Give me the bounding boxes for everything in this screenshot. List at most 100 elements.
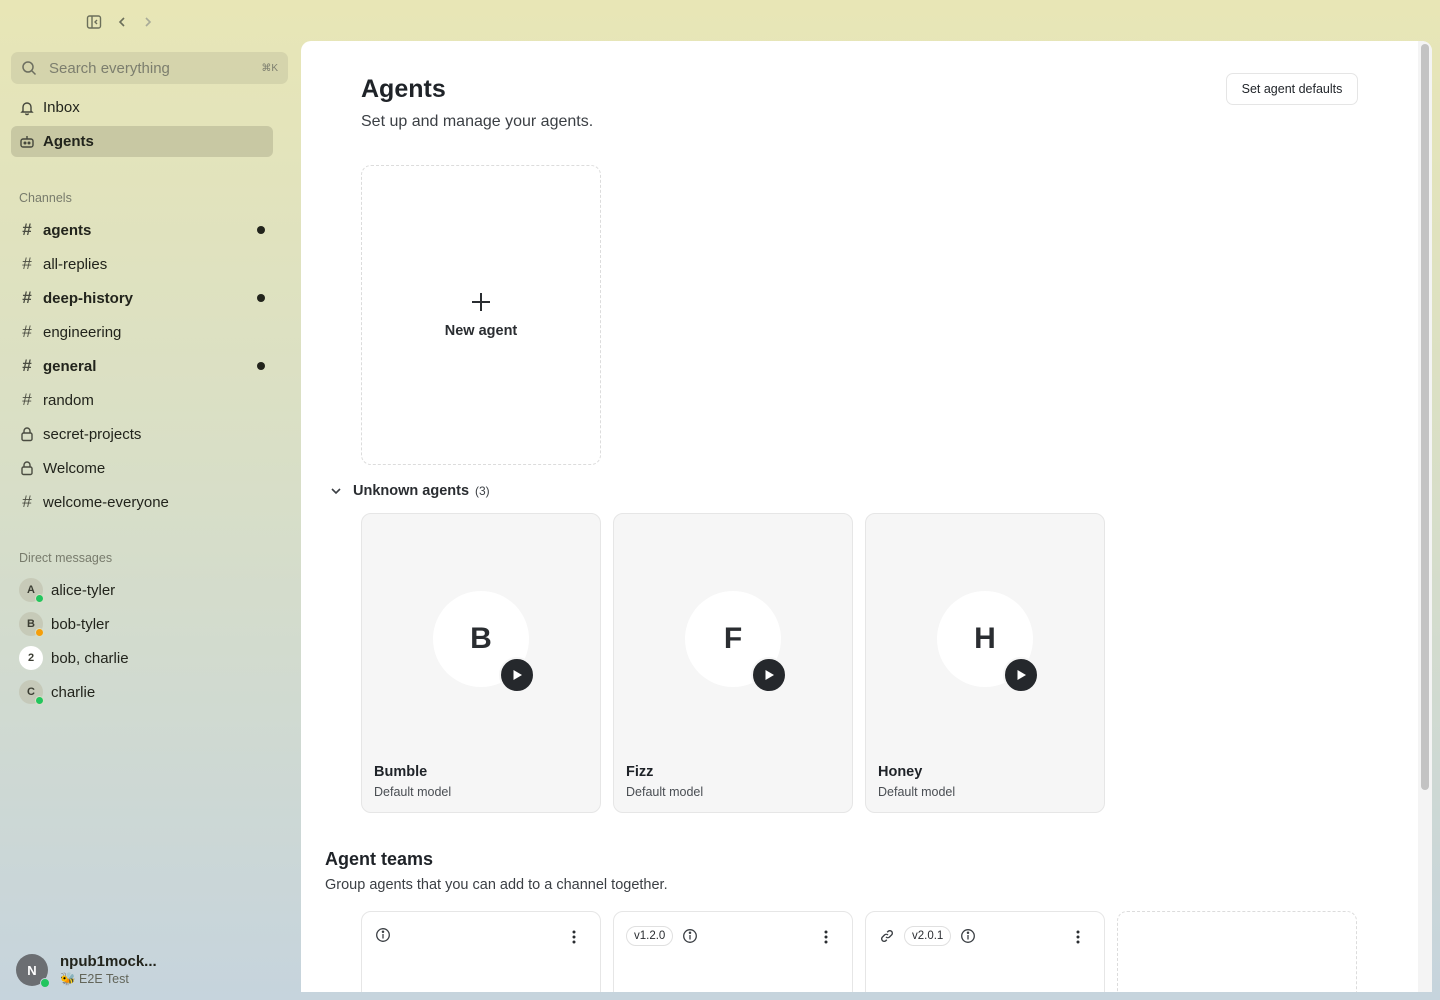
dm-item-alice-tyler[interactable]: A alice-tyler [11, 575, 273, 605]
version-badge: v2.0.1 [904, 926, 952, 946]
top-bar [0, 0, 1440, 44]
channel-name: secret-projects [43, 425, 142, 443]
scrollbar[interactable] [1418, 41, 1432, 992]
agent-card-bumble[interactable]: B Bumble Default model [361, 513, 601, 813]
online-indicator [40, 978, 50, 988]
agent-teams-subtitle: Group agents that you can add to a chann… [325, 877, 668, 893]
channel-item-welcome[interactable]: Welcome [11, 453, 273, 483]
main-panel: Agents Set up and manage your agents. Se… [301, 41, 1432, 992]
channel-name: random [43, 391, 94, 409]
dm-item-bob-tyler[interactable]: B bob-tyler [11, 609, 273, 639]
hash-icon: # [22, 220, 32, 239]
hash-icon: # [22, 254, 32, 273]
lock-icon [19, 460, 35, 476]
channel-name: general [43, 357, 97, 375]
more-options-icon[interactable] [1070, 929, 1086, 945]
channel-item-general[interactable]: # general [11, 351, 273, 381]
channel-item-welcome-everyone[interactable]: # welcome-everyone [11, 487, 273, 517]
current-user[interactable]: N npub1mock... 🐝 E2E Test [16, 950, 286, 990]
scrollbar-thumb[interactable] [1421, 44, 1429, 790]
avatar: C [19, 680, 44, 705]
user-avatar: N [16, 954, 50, 988]
search-icon [21, 60, 37, 76]
search-input[interactable]: Search everything ⌘K [11, 52, 288, 84]
online-indicator [35, 594, 44, 603]
new-agent-label: New agent [444, 323, 518, 339]
bot-icon [19, 134, 35, 150]
agent-card-honey[interactable]: H Honey Default model [865, 513, 1105, 813]
search-shortcut: ⌘K [261, 62, 278, 74]
channel-item-all-replies[interactable]: # all-replies [11, 249, 273, 279]
play-icon[interactable] [1003, 657, 1039, 693]
agent-name: Bumble [374, 764, 428, 780]
agent-name: Honey [878, 764, 923, 780]
more-options-icon[interactable] [566, 929, 582, 945]
channels-heading: Channels [19, 191, 72, 205]
dm-name: bob, charlie [51, 649, 129, 667]
page-title: Agents [361, 75, 446, 103]
nav-item-label: Agents [43, 133, 94, 150]
team-card[interactable] [361, 911, 601, 992]
play-icon[interactable] [499, 657, 535, 693]
agent-model: Default model [374, 785, 452, 799]
online-indicator [35, 696, 44, 705]
version-badge: v1.2.0 [626, 926, 674, 946]
group-count-avatar: 2 [19, 646, 43, 670]
more-options-icon[interactable] [818, 929, 834, 945]
info-icon[interactable] [681, 927, 699, 945]
dm-item-charlie[interactable]: C charlie [11, 677, 273, 707]
team-card[interactable]: v2.0.1 [865, 911, 1105, 992]
info-icon[interactable] [374, 926, 392, 944]
channel-item-agents[interactable]: # agents [11, 215, 273, 245]
dm-name: alice-tyler [51, 581, 116, 599]
forward-arrow-icon[interactable] [139, 13, 157, 31]
lock-icon [19, 426, 35, 442]
nav-item-label: Inbox [43, 99, 80, 116]
avatar: B [19, 612, 44, 637]
page-subtitle: Set up and manage your agents. [361, 113, 594, 130]
channel-item-deep-history[interactable]: # deep-history [11, 283, 273, 313]
new-agent-card[interactable]: New agent [361, 165, 601, 465]
group-label: Unknown agents [353, 483, 470, 499]
dm-name: bob-tyler [51, 615, 110, 633]
hash-icon: # [22, 492, 32, 511]
bell-icon [19, 100, 35, 116]
channel-name: all-replies [43, 255, 108, 273]
hash-icon: # [22, 390, 32, 409]
agent-name: Fizz [626, 764, 654, 780]
hash-icon: # [22, 288, 32, 307]
unknown-agents-toggle[interactable]: Unknown agents (3) [329, 481, 490, 501]
avatar: A [19, 578, 44, 603]
channel-name: Welcome [43, 459, 106, 477]
away-indicator [35, 628, 44, 637]
channel-name: agents [43, 221, 92, 239]
hash-icon: # [22, 356, 32, 375]
channel-item-engineering[interactable]: # engineering [11, 317, 273, 347]
agent-card-fizz[interactable]: F Fizz Default model [613, 513, 853, 813]
user-status: 🐝 E2E Test [60, 972, 129, 986]
plus-icon [470, 291, 492, 313]
new-team-card[interactable] [1117, 911, 1357, 992]
hash-icon: # [22, 322, 32, 341]
link-icon[interactable] [878, 927, 896, 945]
direct-messages-heading: Direct messages [19, 551, 113, 565]
dm-item-bob-charlie[interactable]: 2 bob, charlie [11, 643, 273, 673]
search-placeholder: Search everything [49, 59, 170, 77]
channel-item-random[interactable]: # random [11, 385, 273, 415]
info-icon[interactable] [959, 927, 977, 945]
team-card[interactable]: v1.2.0 [613, 911, 853, 992]
unread-dot [257, 362, 265, 370]
dm-name: charlie [51, 683, 96, 701]
sidebar-toggle-icon[interactable] [85, 13, 103, 31]
unread-dot [257, 226, 265, 234]
agent-teams-heading: Agent teams [325, 849, 434, 869]
nav-item-agents[interactable]: Agents [11, 126, 273, 157]
back-arrow-icon[interactable] [113, 13, 131, 31]
channel-name: deep-history [43, 289, 134, 307]
set-agent-defaults-button[interactable]: Set agent defaults [1226, 73, 1358, 105]
channel-name: welcome-everyone [43, 493, 169, 511]
nav-item-inbox[interactable]: Inbox [11, 92, 273, 123]
unread-dot [257, 294, 265, 302]
channel-item-secret-projects[interactable]: secret-projects [11, 419, 273, 449]
play-icon[interactable] [751, 657, 787, 693]
